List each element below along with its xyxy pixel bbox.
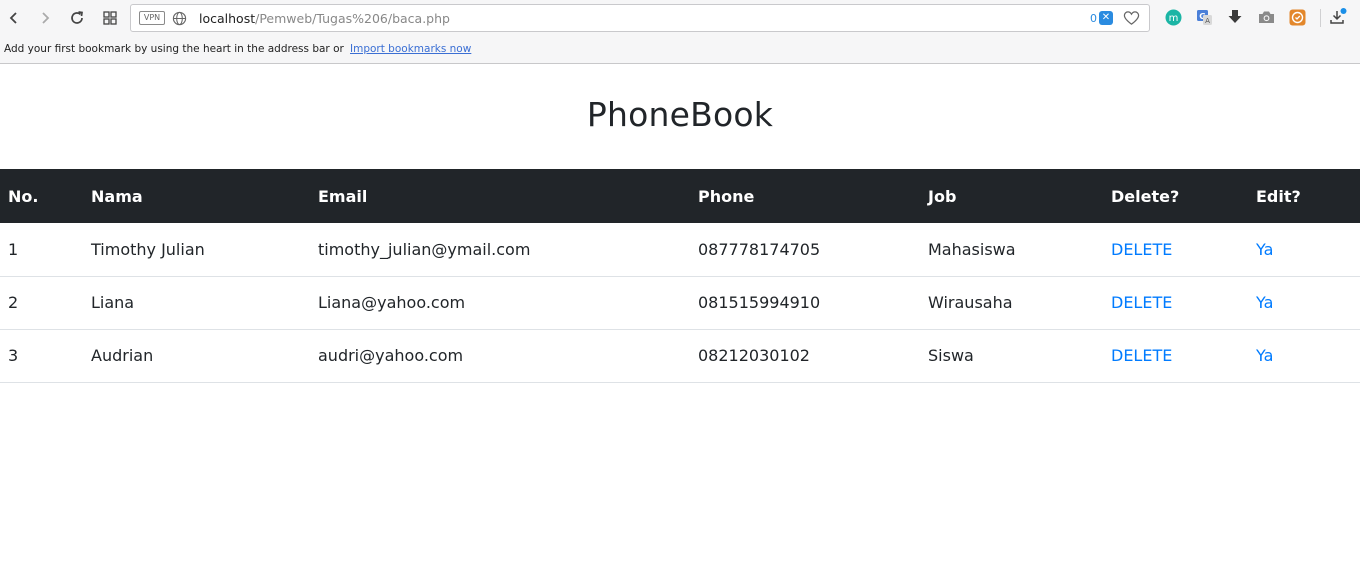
cell-job: Mahasiswa [928, 239, 1016, 259]
svg-text:m: m [1168, 13, 1178, 24]
reload-button[interactable] [66, 7, 88, 29]
cell-nama: Liana [91, 293, 135, 312]
table-header: No. Nama Email Phone Job Delete? Edit? [0, 169, 1360, 223]
browser-toolbar: VPN localhost/Pemweb/Tugas%206/baca.php … [0, 0, 1360, 36]
cell-nama: Audrian [91, 346, 154, 365]
forward-arrow-icon [42, 12, 50, 24]
back-arrow-icon [9, 12, 17, 24]
reload-icon [71, 11, 83, 24]
edit-link[interactable]: Ya [1256, 346, 1273, 365]
cell-email: Liana@yahoo.com [318, 293, 466, 312]
camera-icon [1258, 11, 1274, 23]
cell-delete: DELETE [1111, 223, 1256, 276]
table-row: 2 Liana Liana@yahoo.com 081515994910 Wir… [0, 276, 1360, 329]
url-path: /Pemweb/Tugas%206/baca.php [255, 11, 450, 26]
cell-job: Wirausaha [928, 293, 1013, 312]
table-row: 3 Audrian audri@yahoo.com 08212030102 Si… [0, 329, 1360, 382]
header-delete: Delete? [1111, 186, 1180, 206]
chat-extension-icon [1289, 9, 1305, 25]
header-nama: Nama [91, 186, 143, 206]
svg-text:A: A [1205, 17, 1210, 25]
adblock-count: 0 [1090, 11, 1097, 25]
download-arrow-icon [1228, 10, 1242, 23]
downloads-icon [1330, 8, 1347, 24]
delete-link[interactable]: DELETE [1111, 240, 1172, 259]
url-text[interactable]: localhost/Pemweb/Tugas%206/baca.php [199, 11, 450, 26]
bookmark-hint-text: Add your first bookmark by using the hea… [4, 43, 344, 55]
edit-link[interactable]: Ya [1256, 293, 1273, 312]
cell-phone: 08212030102 [698, 346, 810, 365]
header-edit: Edit? [1256, 186, 1301, 206]
table-body: 1 Timothy Julian timothy_julian@ymail.co… [0, 223, 1360, 382]
url-host: localhost [199, 11, 256, 26]
page-title: PhoneBook [586, 95, 774, 134]
adblock-shield-icon: ✕ [1099, 11, 1113, 25]
header-job: Job [928, 186, 957, 206]
cell-nama: Timothy Julian [91, 239, 205, 259]
m-extension-icon: m [1165, 9, 1181, 25]
cell-no: 1 [8, 239, 19, 259]
cell-delete: DELETE [1111, 329, 1256, 382]
header-no: No. [8, 186, 39, 206]
globe-icon[interactable] [172, 11, 187, 26]
cell-no: 3 [8, 346, 19, 365]
header-email: Email [318, 186, 368, 206]
table-header-row: No. Nama Email Phone Job Delete? Edit? [0, 169, 1360, 223]
heart-icon[interactable] [1123, 10, 1140, 27]
edit-link[interactable]: Ya [1256, 240, 1273, 259]
delete-link[interactable]: DELETE [1111, 293, 1172, 312]
extension-orange-button[interactable] [1288, 8, 1306, 26]
downloads-button[interactable] [1329, 8, 1347, 26]
forward-button[interactable] [34, 7, 56, 29]
speed-dial-button[interactable] [99, 7, 121, 29]
cell-phone: 081515994910 [698, 293, 821, 312]
vpn-badge[interactable]: VPN [139, 11, 165, 25]
cell-edit: Ya [1256, 223, 1360, 276]
phonebook-table: No. Nama Email Phone Job Delete? Edit? 1… [0, 169, 1360, 383]
delete-link[interactable]: DELETE [1111, 346, 1172, 365]
translate-icon: GA [1196, 9, 1212, 25]
grid-icon [103, 11, 117, 25]
screenshot-button[interactable] [1257, 8, 1275, 26]
adblock-indicator[interactable]: 0 ✕ [1090, 11, 1113, 25]
cell-delete: DELETE [1111, 276, 1256, 329]
cell-job: Siswa [928, 346, 974, 365]
table-row: 1 Timothy Julian timothy_julian@ymail.co… [0, 223, 1360, 276]
address-bar[interactable]: VPN localhost/Pemweb/Tugas%206/baca.php … [130, 4, 1150, 32]
cell-edit: Ya [1256, 329, 1360, 382]
cell-edit: Ya [1256, 276, 1360, 329]
cell-no: 2 [8, 293, 19, 312]
toolbar-divider [1320, 9, 1321, 27]
cell-email: timothy_julian@ymail.com [318, 239, 531, 259]
cell-phone: 087778174705 [698, 239, 821, 259]
extension-m-button[interactable]: m [1164, 8, 1182, 26]
cell-email: audri@yahoo.com [318, 346, 464, 365]
header-phone: Phone [698, 186, 755, 206]
back-button[interactable] [3, 7, 25, 29]
import-bookmarks-link[interactable]: Import bookmarks now [350, 43, 471, 55]
translate-button[interactable]: GA [1195, 8, 1213, 26]
download-arrow-button[interactable] [1226, 8, 1244, 26]
bookmark-bar: Add your first bookmark by using the hea… [0, 36, 1360, 64]
